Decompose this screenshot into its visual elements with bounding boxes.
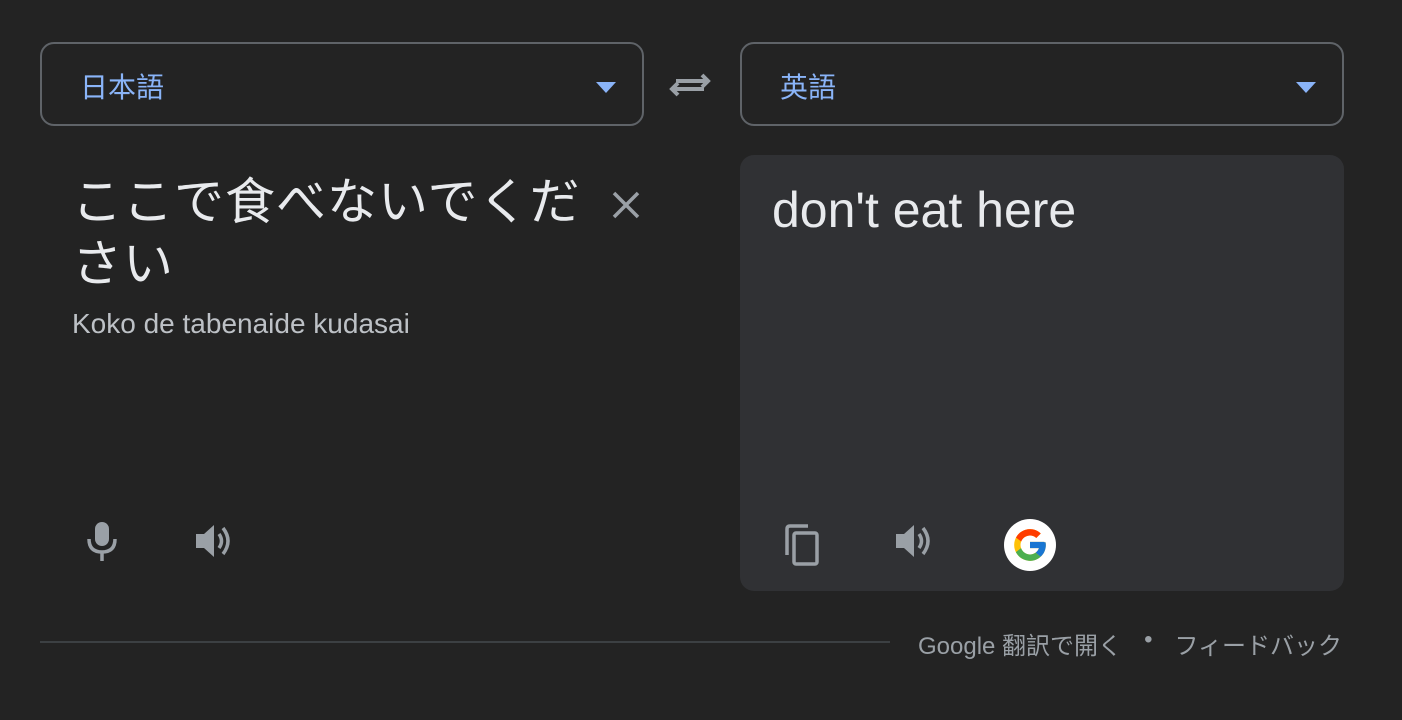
source-text-pane[interactable]: ここで食べないでください Koko de tabenaide kudasai — [40, 155, 644, 591]
target-language-label: 英語 — [780, 71, 837, 104]
chevron-down-icon — [1296, 82, 1316, 93]
swap-languages-icon — [669, 73, 711, 97]
copy-translation-button[interactable] — [774, 517, 830, 573]
source-text[interactable]: ここで食べないでください — [72, 171, 582, 295]
translate-widget: 日本語 英語 ここで食べないでください Koko de tabenaide ku… — [0, 0, 1402, 720]
chevron-down-icon — [596, 82, 616, 93]
voice-input-button[interactable] — [74, 513, 130, 569]
feedback-link[interactable]: フィードバック — [1174, 626, 1342, 661]
listen-translation-button[interactable] — [886, 513, 942, 569]
google-logo-button[interactable] — [1004, 519, 1056, 571]
microphone-icon — [87, 522, 117, 561]
translation-text: don't eat here — [772, 182, 1077, 238]
footer-separator: • — [1144, 626, 1153, 653]
open-in-google-translate-link[interactable]: Google 翻訳で開く — [918, 626, 1122, 661]
source-language-select[interactable]: 日本語 — [40, 42, 644, 126]
clear-source-button[interactable] — [606, 185, 646, 225]
target-language-select[interactable]: 英語 — [740, 42, 1344, 126]
footer-links: Google 翻訳で開く • フィードバック — [918, 626, 1342, 661]
footer-divider — [40, 641, 890, 643]
translation-pane: don't eat here — [740, 155, 1344, 591]
copy-icon — [785, 524, 819, 566]
speaker-icon — [896, 525, 930, 557]
listen-source-button[interactable] — [186, 513, 242, 569]
speaker-icon — [196, 525, 230, 557]
close-icon — [612, 191, 640, 219]
source-language-label: 日本語 — [80, 71, 165, 104]
source-romanization: Koko de tabenaide kudasai — [72, 308, 410, 339]
google-logo-icon — [1014, 529, 1046, 561]
swap-languages-button[interactable] — [666, 62, 714, 106]
